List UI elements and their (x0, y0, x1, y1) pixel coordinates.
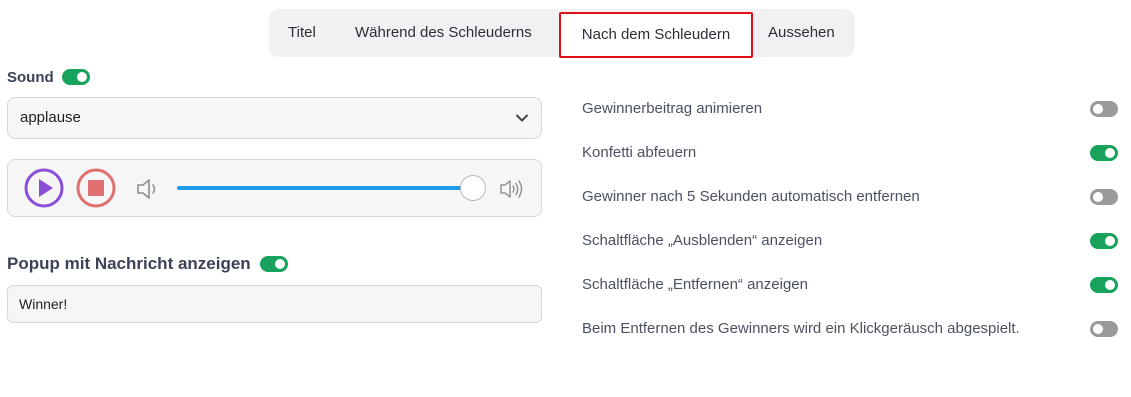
popup-message-input[interactable] (7, 285, 542, 323)
option-row-confetti: Konfetti abfeuern (582, 143, 1118, 163)
audio-player (7, 159, 542, 217)
option-label: Beim Entfernen des Gewinners wird ein Kl… (582, 320, 1020, 337)
option-toggle-remove-button[interactable] (1090, 277, 1118, 293)
option-label: Gewinnerbeitrag animieren (582, 100, 763, 117)
sound-select[interactable]: applause (7, 97, 542, 139)
option-toggle-click-sound[interactable] (1090, 321, 1118, 337)
toggle-knob (76, 72, 87, 82)
option-row-hide-button: Schaltfläche „Ausblenden“ anzeigen (582, 231, 1118, 251)
sound-toggle[interactable] (61, 69, 90, 85)
popup-header: Popup mit Nachricht anzeigen (7, 253, 288, 275)
stop-icon[interactable] (76, 168, 116, 208)
volume-low-icon[interactable] (135, 177, 161, 201)
option-toggle-confetti[interactable] (1090, 145, 1118, 161)
sound-select-value: applause (20, 109, 81, 126)
toggle-knob (1093, 192, 1103, 202)
option-label: Schaltfläche „Ausblenden“ anzeigen (582, 232, 823, 249)
option-row-click-sound: Beim Entfernen des Gewinners wird ein Kl… (582, 319, 1118, 339)
play-icon[interactable] (24, 168, 64, 208)
popup-toggle[interactable] (259, 256, 288, 272)
tab-titel[interactable]: Titel (288, 9, 316, 57)
option-toggle-auto-remove[interactable] (1090, 189, 1118, 205)
toggle-knob (1105, 280, 1115, 290)
volume-slider-track[interactable] (177, 186, 472, 190)
sound-header: Sound (7, 67, 90, 87)
popup-label: Popup mit Nachricht anzeigen (7, 254, 251, 273)
volume-high-icon[interactable] (499, 178, 525, 200)
tab-waehrend-des-schleuderns[interactable]: Während des Schleuderns (355, 9, 532, 57)
option-toggle-hide-button[interactable] (1090, 233, 1118, 249)
option-label: Gewinner nach 5 Sekunden automatisch ent… (582, 188, 920, 205)
option-row-auto-remove: Gewinner nach 5 Sekunden automatisch ent… (582, 187, 1118, 207)
toggle-knob (1093, 324, 1103, 334)
volume-slider-thumb[interactable] (460, 175, 486, 201)
tab-bar: Titel Während des Schleuderns Nach dem S… (269, 9, 855, 58)
sound-label: Sound (7, 68, 54, 86)
tab-nach-dem-schleudern[interactable]: Nach dem Schleudern (559, 12, 753, 58)
option-label: Schaltfläche „Entfernen“ anzeigen (582, 276, 808, 293)
tab-aussehen[interactable]: Aussehen (768, 9, 835, 57)
option-toggle-animate[interactable] (1090, 101, 1118, 117)
toggle-knob (1105, 236, 1115, 246)
option-label: Konfetti abfeuern (582, 144, 697, 161)
toggle-knob (1093, 104, 1103, 114)
chevron-down-icon (516, 114, 528, 122)
option-row-remove-button: Schaltfläche „Entfernen“ anzeigen (582, 275, 1118, 295)
toggle-knob (274, 259, 285, 269)
toggle-knob (1105, 148, 1115, 158)
option-row-animate: Gewinnerbeitrag animieren (582, 99, 1118, 119)
